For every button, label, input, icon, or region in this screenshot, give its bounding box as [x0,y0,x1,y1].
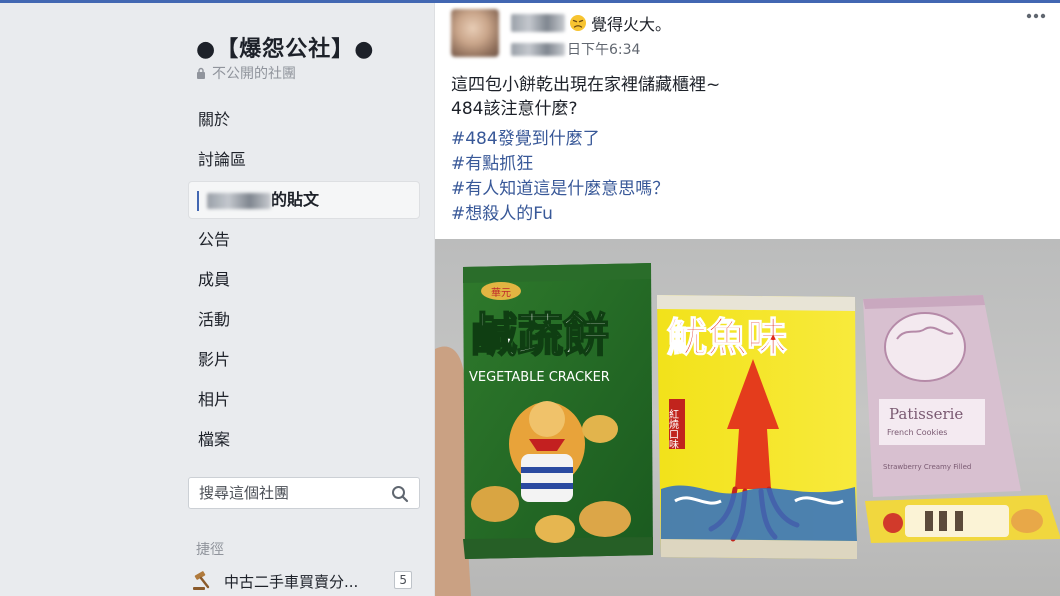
group-privacy: 不公開的社團 [196,63,296,83]
snack-pack-small-yellow [865,495,1060,543]
shortcuts-title: 捷徑 [196,542,224,558]
more-options-icon[interactable] [1026,13,1046,19]
post-timestamp[interactable]: 日下午6:34 [511,39,640,59]
pack3-title: Patisserie [889,405,963,423]
nav-item-label: 影片 [198,350,231,369]
post-photo[interactable]: 華元 鹹蔬餅 VEGETABLE CRACKER 魷魚味 紅燒口味 Patiss… [435,239,1060,596]
author-avatar[interactable] [451,9,499,57]
pack1-brand: 華元 [491,287,511,299]
nav-item-discussion[interactable]: 討論區 [188,140,420,180]
group-sidebar: ●【爆怨公社】● 不公開的社團 關於 討論區 的貼文 公告 成員 活動 影片 相… [0,3,432,596]
post-text-line: 484該注意什麼? [451,99,578,119]
shortcut-item[interactable]: 中古二手車買賣分... 5 [192,569,418,593]
angry-emoji-icon [570,15,586,31]
nav-item-label: 的貼文 [271,190,320,209]
nav-item-announcements[interactable]: 公告 [188,220,420,260]
snack-pack-squid-flavor: 魷魚味 紅燒口味 [657,295,857,559]
snack-packs-photo: 華元 鹹蔬餅 VEGETABLE CRACKER 魷魚味 紅燒口味 Patiss… [435,263,1060,596]
nav-item-files[interactable]: 檔案 [188,420,420,460]
group-search-input[interactable] [199,484,389,502]
nav-item-label: 相片 [198,390,231,409]
group-nav: 關於 討論區 的貼文 公告 成員 活動 影片 相片 檔案 [188,100,420,460]
blurred-date [511,42,565,56]
group-search-box[interactable] [188,477,420,509]
post-author-line: 覺得火大。 [511,11,671,35]
timestamp-text: 日下午6:34 [567,42,641,58]
pack3-subtitle: French Cookies [887,428,947,437]
shortcut-count-badge: 5 [394,571,412,589]
post-card: 覺得火大。 日下午6:34 這四包小餅乾出現在家裡儲藏櫃裡~ 484該注意什麼?… [434,3,1060,596]
lock-icon [197,67,205,79]
post-text-line: 這四包小餅乾出現在家裡儲藏櫃裡~ [451,75,721,95]
group-title[interactable]: ●【爆怨公社】● [196,31,374,63]
shortcut-label: 中古二手車買賣分... [224,572,359,591]
gavel-icon [193,571,210,590]
pack3-flavor: Strawberry Creamy Filled [883,463,971,471]
nav-item-label: 公告 [198,230,231,249]
nav-item-events[interactable]: 活動 [188,300,420,340]
hashtag-link[interactable]: #有點抓狂 [451,152,669,177]
pack2-side-label: 紅燒口味 [667,409,679,449]
nav-item-label: 活動 [198,310,231,329]
pack2-title: 魷魚味 [667,315,787,361]
blurred-username [207,192,271,209]
privacy-label: 不公開的社團 [212,66,296,82]
snack-pack-vegetable-cracker: 華元 鹹蔬餅 VEGETABLE CRACKER [463,263,653,559]
post-hashtags: #484發覺到什麼了 #有點抓狂 #有人知道這是什麼意思嗎？ #想殺人的Fu [451,127,669,227]
search-icon[interactable] [391,485,409,503]
nav-item-photos[interactable]: 相片 [188,380,420,420]
nav-item-members[interactable]: 成員 [188,260,420,300]
nav-item-my-posts[interactable]: 的貼文 [188,181,420,219]
hashtag-link[interactable]: #想殺人的Fu [451,202,669,227]
snack-pack-patisserie: Patisserie French Cookies Strawberry Cre… [863,295,1021,497]
hashtag-link[interactable]: #有人知道這是什麼意思嗎？ [451,177,669,202]
nav-item-label: 關於 [198,110,231,129]
nav-item-label: 檔案 [198,430,231,449]
hashtag-link[interactable]: #484發覺到什麼了 [451,127,669,152]
nav-item-label: 討論區 [198,150,247,169]
nav-item-about[interactable]: 關於 [188,100,420,140]
post-body: 這四包小餅乾出現在家裡儲藏櫃裡~ 484該注意什麼? [451,73,720,121]
pack1-subtitle: VEGETABLE CRACKER [469,370,610,385]
feeling-text: 覺得火大。 [591,15,672,34]
pack1-title: 鹹蔬餅 [471,308,609,362]
nav-item-videos[interactable]: 影片 [188,340,420,380]
blurred-author-name[interactable] [511,14,565,32]
nav-item-label: 成員 [198,270,231,289]
